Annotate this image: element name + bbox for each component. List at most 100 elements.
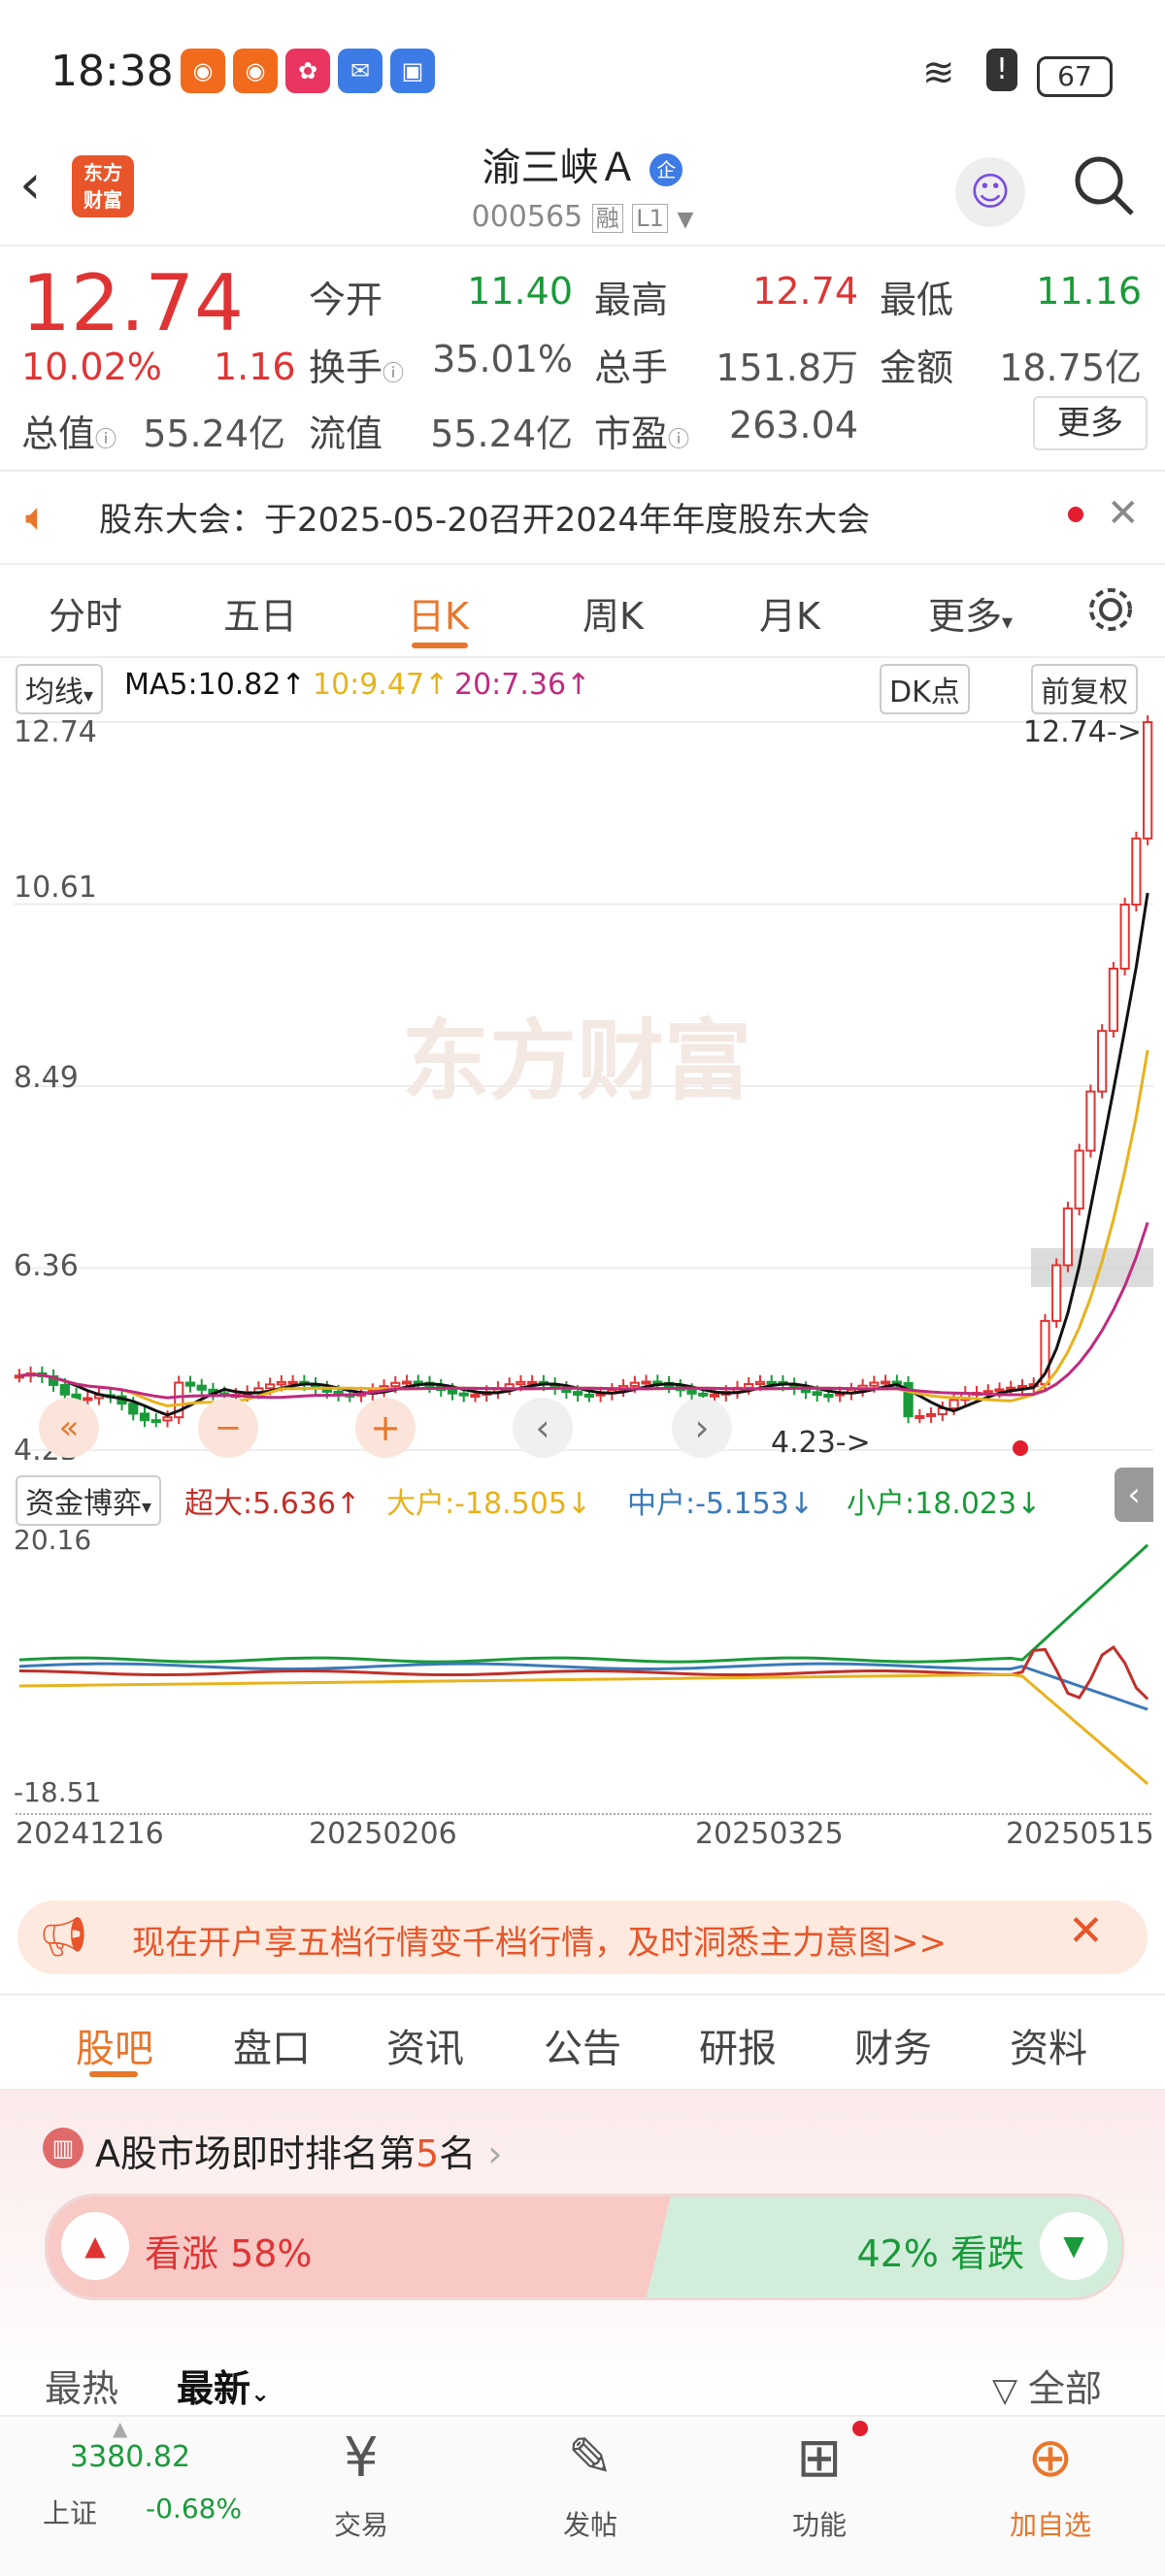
rank-number: 5 <box>416 2132 440 2175</box>
info-icon[interactable]: ⓘ <box>383 362 404 386</box>
post-edit-icon[interactable]: ✎ <box>522 2427 658 2490</box>
ma-select[interactable]: 均线▾ <box>16 664 104 714</box>
adjust-price-button[interactable]: 前复权 <box>1031 664 1138 714</box>
divider <box>0 1994 1165 1996</box>
high-marker: 12.74-> <box>1023 715 1142 749</box>
candle-body <box>1062 1207 1074 1267</box>
sort-latest[interactable]: 最新⌄ <box>177 2359 270 2412</box>
zoom-out-icon[interactable]: − <box>198 1398 258 1458</box>
candle-body <box>994 1388 1005 1393</box>
vote-down-button[interactable]: ▼ <box>1040 2212 1108 2280</box>
battery-icon: 67 <box>1037 56 1113 97</box>
candle-body <box>150 1419 161 1424</box>
turnover-label-text: 换手 <box>309 347 383 389</box>
tab-finance[interactable]: 财务 <box>854 2017 932 2073</box>
index-change: -0.68% <box>146 2493 243 2525</box>
dk-point-button[interactable]: DK点 <box>880 664 970 714</box>
close-icon[interactable]: ✕ <box>1107 491 1140 536</box>
triangle-down-icon: ▾ <box>142 1495 152 1518</box>
divider <box>0 470 1165 472</box>
rank-suffix: 名 <box>439 2132 477 2175</box>
ma5-line <box>18 892 1149 1417</box>
candle-body <box>766 1380 777 1385</box>
promo-text[interactable]: 现在开户享五档行情变千档行情，及时洞悉主力意图>> <box>132 1916 947 1964</box>
level-tag: L1 <box>632 204 668 233</box>
market-cap-value: 55.24亿 <box>143 413 285 455</box>
candle-body <box>287 1380 298 1385</box>
nav-post-label[interactable]: 发帖 <box>522 2504 658 2543</box>
prev-icon[interactable]: ‹ <box>513 1398 573 1458</box>
info-icon[interactable]: ⓘ <box>668 428 689 452</box>
info-icon[interactable]: ⓘ <box>95 428 116 452</box>
settings-gear-icon[interactable] <box>1085 584 1136 635</box>
chart-highlight-band <box>1031 1248 1153 1287</box>
tab-weekly-k[interactable]: 周K <box>582 586 644 640</box>
functions-grid-icon[interactable]: ⊞ <box>751 2427 887 2490</box>
vote-up-fill <box>48 2196 671 2297</box>
tab-monthly-k[interactable]: 月K <box>759 586 820 640</box>
tab-intraday[interactable]: 分时 <box>49 586 122 640</box>
flow-y-top: 20.16 <box>14 1524 91 1556</box>
search-icon[interactable] <box>1072 153 1138 219</box>
nav-functions-label[interactable]: 功能 <box>751 2504 887 2543</box>
tab-more[interactable]: 更多▾ <box>928 586 1013 640</box>
index-value[interactable]: 3380.82 <box>70 2440 190 2474</box>
tab-research[interactable]: 研报 <box>699 2017 777 2073</box>
more-button[interactable]: 更多 <box>1033 396 1148 450</box>
collapse-icon[interactable]: ‹ <box>1115 1468 1153 1522</box>
caret-up-icon: ▲ <box>113 2417 128 2440</box>
active-tab-indicator <box>412 643 468 648</box>
flow-select-label: 资金博弈 <box>25 1487 142 1521</box>
rank-text[interactable]: A股市场即时排名第5名 › <box>95 2124 502 2177</box>
kline-chart[interactable]: 东方财富 12.74 10.61 8.49 6.36 4.23 12.74-> … <box>14 712 1153 1460</box>
candle-body <box>1051 1264 1062 1322</box>
close-icon[interactable]: ✕ <box>1068 1906 1104 1956</box>
candle-body <box>184 1381 196 1387</box>
next-icon[interactable]: › <box>672 1398 732 1458</box>
rewind-icon[interactable]: « <box>39 1398 99 1458</box>
turnover-value: 35.01% <box>432 338 573 380</box>
moving-averages <box>18 892 1149 1417</box>
tab-announcement[interactable]: 公告 <box>544 2017 621 2073</box>
candle-body <box>1074 1149 1084 1210</box>
y-tick-label: 10.61 <box>14 871 97 905</box>
unread-dot <box>1068 507 1083 522</box>
trade-icon[interactable]: ¥ <box>293 2427 429 2490</box>
y-tick-label: 6.36 <box>14 1249 79 1283</box>
nav-add-watchlist-label[interactable]: 加自选 <box>982 2504 1118 2543</box>
flow-small-label: 小户:18.023↓ <box>847 1487 1042 1521</box>
flow-select[interactable]: 资金博弈▾ <box>16 1475 162 1526</box>
flow-super-line <box>18 1645 1149 1701</box>
filter-all[interactable]: ▽ 全部 <box>992 2359 1102 2412</box>
nav-trade-label[interactable]: 交易 <box>293 2504 429 2543</box>
notice-text[interactable]: 股东大会：于2025-05-20召开2024年年度股东大会 <box>99 493 870 541</box>
tab-orderbook[interactable]: 盘口 <box>233 2017 311 2073</box>
tab-daily-k[interactable]: 日K <box>408 586 469 640</box>
candle-body <box>709 1393 720 1398</box>
low-label: 最低 <box>880 279 954 321</box>
add-watchlist-icon[interactable]: ⊕ <box>982 2427 1118 2490</box>
chevron-down-icon[interactable]: ▼ <box>677 208 693 232</box>
flow-big-line <box>18 1672 1149 1785</box>
candle-body <box>869 1381 880 1387</box>
date-label: 20250206 <box>309 1817 457 1851</box>
tab-profile[interactable]: 资料 <box>1010 2017 1087 2073</box>
candle-body <box>196 1384 207 1391</box>
candle-body <box>458 1392 469 1397</box>
candle-body <box>583 1393 594 1398</box>
candle-body <box>1143 721 1153 840</box>
sort-hot[interactable]: 最热 <box>45 2359 118 2412</box>
candle-body <box>59 1383 70 1396</box>
rank-prefix: A股市场即时排名第 <box>95 2132 416 2175</box>
zoom-in-icon[interactable]: + <box>355 1398 416 1458</box>
tab-news[interactable]: 资讯 <box>386 2017 464 2073</box>
volume-value: 151.8万 <box>716 347 858 389</box>
alert-icon: ! <box>986 49 1017 91</box>
tab-forum[interactable]: 股吧 <box>76 2017 153 2073</box>
tab-five-day[interactable]: 五日 <box>223 586 297 640</box>
low-marker: 4.23-> <box>771 1426 871 1460</box>
candle-body <box>527 1380 538 1385</box>
assistant-robot-icon[interactable]: ☺ <box>955 157 1025 227</box>
vote-up-button[interactable]: ▲ <box>61 2212 129 2280</box>
pe-label-text: 市盈 <box>594 413 669 455</box>
